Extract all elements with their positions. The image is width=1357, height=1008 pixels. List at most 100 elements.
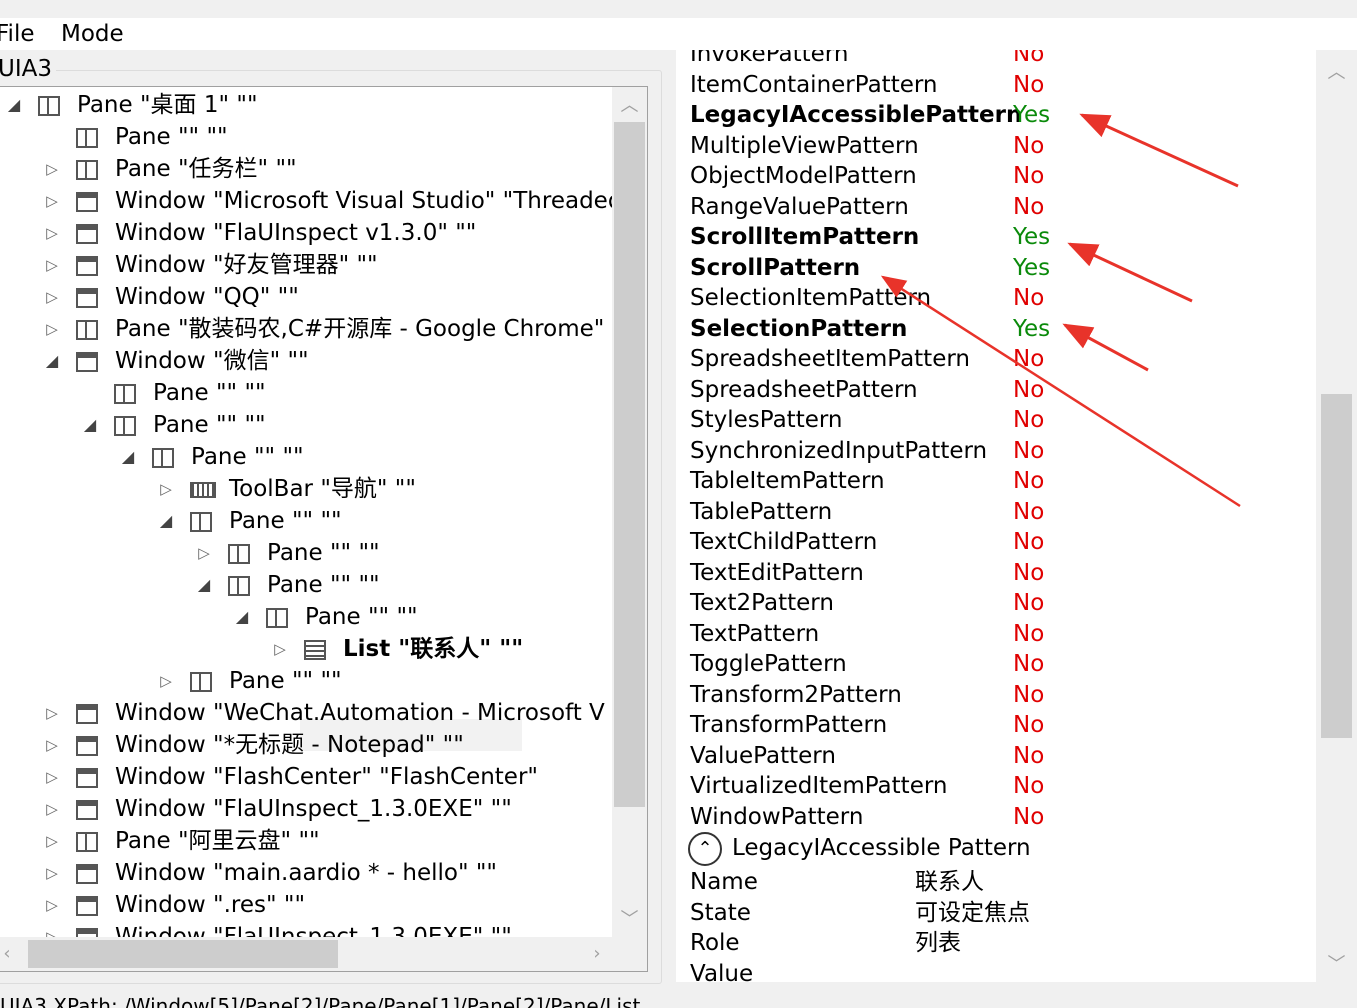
window-icon xyxy=(76,800,98,820)
collapsed-triangle-icon[interactable]: ▷ xyxy=(44,761,60,793)
property-value[interactable]: 列表 xyxy=(915,928,961,958)
property-key: Name xyxy=(690,869,758,895)
pattern-row: TablePattern No xyxy=(690,497,1044,527)
tree-rows: ◢ Pane "桌面 1" "" Pane "" "" ▷ Pane "任务栏" "" ▷… xyxy=(0,87,612,937)
tree-node-label: Pane "" "" xyxy=(267,540,380,566)
pattern-row: TogglePattern No xyxy=(690,649,1044,679)
pane-icon xyxy=(190,672,212,692)
details-vertical-scroll-thumb[interactable] xyxy=(1321,394,1352,738)
pattern-row: SelectionPattern Yes xyxy=(690,314,1050,344)
pattern-support-value: No xyxy=(1013,499,1045,525)
legacy-section-header[interactable]: ⌃ LegacyIAccessible Pattern xyxy=(688,830,1031,866)
tree-node-label: Pane "任务栏" "" xyxy=(115,156,297,182)
tree-horizontal-scroll-thumb[interactable] xyxy=(28,940,338,968)
scrollbar-corner xyxy=(612,937,647,971)
collapsed-triangle-icon[interactable]: ▷ xyxy=(44,889,60,921)
collapsed-triangle-icon[interactable]: ▷ xyxy=(44,281,60,313)
details-scroll-up-icon[interactable]: ︿ xyxy=(1319,58,1354,84)
window-icon xyxy=(76,704,98,724)
pattern-name: Transform2Pattern xyxy=(690,682,902,708)
tree-node-label: Pane "" "" xyxy=(267,572,380,598)
pattern-row: SelectionItemPattern No xyxy=(690,283,1044,313)
collapsed-triangle-icon[interactable]: ▷ xyxy=(272,633,288,665)
collapsed-triangle-icon[interactable]: ▷ xyxy=(196,537,212,569)
collapsed-triangle-icon[interactable]: ▷ xyxy=(44,921,60,937)
pane-icon xyxy=(152,448,174,468)
tree-node-label: Pane "" "" xyxy=(229,508,342,534)
pattern-row: ObjectModelPattern No xyxy=(690,161,1044,191)
tree-node-label: Window "好友管理器" "" xyxy=(115,252,378,278)
tree-node-label: ToolBar "导航" "" xyxy=(229,476,416,502)
property-key: Role xyxy=(690,930,740,956)
collapsed-triangle-icon[interactable]: ▷ xyxy=(44,857,60,889)
collapsed-triangle-icon[interactable]: ▷ xyxy=(44,313,60,345)
menu-bar: File Mode xyxy=(0,18,1357,50)
collapsed-triangle-icon[interactable]: ▷ xyxy=(44,249,60,281)
expanded-triangle-icon[interactable]: ◢ xyxy=(196,569,212,601)
chevron-up-icon[interactable]: ⌃ xyxy=(688,831,722,866)
tree-node-label: List "联系人" "" xyxy=(343,636,524,662)
window-icon xyxy=(76,288,98,308)
pattern-name: LegacyIAccessiblePattern xyxy=(690,102,1023,128)
menu-mode[interactable]: Mode xyxy=(61,19,124,49)
expanded-triangle-icon[interactable]: ◢ xyxy=(234,601,250,633)
pattern-row: TextPattern No xyxy=(690,619,1044,649)
property-value[interactable]: 可设定焦点 xyxy=(915,898,1030,928)
expanded-triangle-icon[interactable]: ◢ xyxy=(44,345,60,377)
tree-node-label: Window ".res" "" xyxy=(115,892,306,918)
pattern-row: TransformPattern No xyxy=(690,710,1044,740)
window-icon xyxy=(76,864,98,884)
expanded-triangle-icon[interactable]: ◢ xyxy=(82,409,98,441)
element-tree[interactable]: ◢ Pane "桌面 1" "" Pane "" "" ▷ Pane "任务栏" "" ▷… xyxy=(0,86,648,972)
pattern-row: ValuePattern No xyxy=(690,741,1044,771)
collapsed-triangle-icon[interactable]: ▷ xyxy=(158,473,174,505)
pattern-row: WindowPattern No xyxy=(690,802,1044,832)
pattern-name: ScrollItemPattern xyxy=(690,224,920,250)
pane-icon xyxy=(38,96,60,116)
expanded-triangle-icon[interactable]: ◢ xyxy=(6,89,22,121)
scroll-right-icon[interactable]: › xyxy=(582,943,612,964)
scroll-up-icon[interactable]: ︿ xyxy=(612,91,647,117)
tree-node-label: Pane "" "" xyxy=(115,124,228,150)
pattern-row: VirtualizedItemPattern No xyxy=(690,771,1044,801)
scroll-left-icon[interactable]: ‹ xyxy=(0,943,22,964)
pattern-support-value: No xyxy=(1013,804,1045,830)
window-icon xyxy=(76,736,98,756)
collapsed-triangle-icon[interactable]: ▷ xyxy=(158,665,174,697)
pattern-name: WindowPattern xyxy=(690,804,864,830)
collapsed-triangle-icon[interactable]: ▷ xyxy=(44,825,60,857)
menu-file[interactable]: File xyxy=(0,19,35,49)
collapsed-triangle-icon[interactable]: ▷ xyxy=(44,153,60,185)
collapsed-triangle-icon[interactable]: ▷ xyxy=(44,729,60,761)
pattern-support-value: No xyxy=(1013,407,1045,433)
pattern-name: SpreadsheetPattern xyxy=(690,377,918,403)
collapsed-triangle-icon[interactable]: ▷ xyxy=(44,793,60,825)
pattern-support-value: No xyxy=(1013,773,1045,799)
collapsed-triangle-icon[interactable]: ▷ xyxy=(44,217,60,249)
tree-vertical-scroll-thumb[interactable] xyxy=(614,122,645,807)
tree-node-label: Window "main.aardio * - hello" "" xyxy=(115,860,498,886)
collapsed-triangle-icon[interactable]: ▷ xyxy=(44,185,60,217)
expanded-triangle-icon[interactable]: ◢ xyxy=(158,505,174,537)
tree-node-label: Window "FlaUInspect_1.3.0EXE" "" xyxy=(115,924,512,937)
scroll-down-icon[interactable]: ﹀ xyxy=(612,905,647,931)
expanded-triangle-icon[interactable]: ◢ xyxy=(120,441,136,473)
pattern-row: RangeValuePattern No xyxy=(690,192,1044,222)
details-panel[interactable]: InvokePattern No ItemContainerPattern No Leg… xyxy=(676,50,1316,982)
tree-node-label: Window "FlaUInspect v1.3.0" "" xyxy=(115,220,477,246)
details-scroll-down-icon[interactable]: ﹀ xyxy=(1319,950,1354,976)
pattern-row: SynchronizedInputPattern No xyxy=(690,436,1044,466)
pattern-name: SpreadsheetItemPattern xyxy=(690,346,970,372)
pane-icon xyxy=(190,512,212,532)
title-bar xyxy=(0,0,1357,18)
property-value[interactable]: 联系人 xyxy=(915,867,984,897)
window-icon xyxy=(76,768,98,788)
tree-node-label: Window "微信" "" xyxy=(115,348,309,374)
window-icon xyxy=(76,896,98,916)
collapsed-triangle-icon[interactable]: ▷ xyxy=(44,697,60,729)
pattern-row: StylesPattern No xyxy=(690,405,1044,435)
tree-node-label: Window "QQ" "" xyxy=(115,284,299,310)
mode-label: UIA3 xyxy=(0,55,56,83)
pane-icon xyxy=(114,416,136,436)
tree-node-label: Pane "桌面 1" "" xyxy=(77,92,258,118)
